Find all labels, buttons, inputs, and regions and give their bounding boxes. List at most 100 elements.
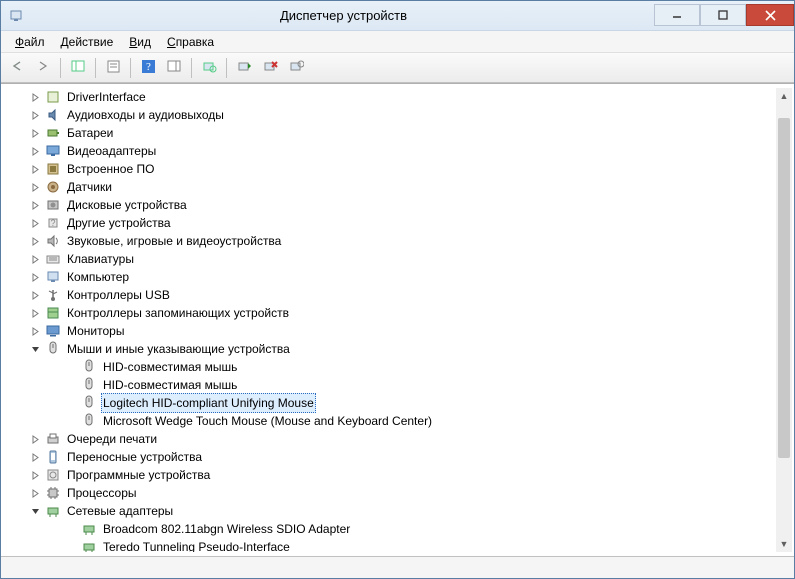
storage-icon — [45, 305, 61, 321]
battery-icon — [45, 125, 61, 141]
menu-action[interactable]: Действие — [53, 33, 122, 51]
tree-item-label: Контроллеры запоминающих устройств — [65, 304, 291, 322]
scrollbar-thumb[interactable] — [778, 118, 790, 458]
tree-item[interactable]: DriverInterface — [5, 88, 776, 106]
expand-toggle-icon[interactable] — [29, 433, 41, 445]
scan-icon — [202, 59, 217, 77]
tree-item-label: Microsoft Wedge Touch Mouse (Mouse and K… — [101, 412, 434, 430]
menu-help[interactable]: Справка — [159, 33, 222, 51]
nav-back-button[interactable] — [5, 56, 29, 80]
maximize-button[interactable] — [700, 4, 746, 26]
tree-item[interactable]: Батареи — [5, 124, 776, 142]
tree-item[interactable]: Контроллеры USB — [5, 286, 776, 304]
mouse-icon — [81, 377, 97, 393]
update-driver-button[interactable] — [232, 56, 256, 80]
tree-item-label: DriverInterface — [65, 88, 148, 106]
keyboard-icon — [45, 251, 61, 267]
window-title: Диспетчер устройств — [33, 8, 654, 23]
sensor-icon — [45, 179, 61, 195]
tree-item[interactable]: Broadcom 802.11abgn Wireless SDIO Adapte… — [5, 520, 776, 538]
tree-item[interactable]: Teredo Tunneling Pseudo-Interface — [5, 538, 776, 552]
expand-toggle-icon[interactable] — [29, 289, 41, 301]
tree-item-label: Мыши и иные указывающие устройства — [65, 340, 292, 358]
mouse-icon — [81, 395, 97, 411]
vertical-scrollbar[interactable]: ▲ ▼ — [776, 88, 792, 552]
sound-icon — [45, 233, 61, 249]
properties-button[interactable] — [101, 56, 125, 80]
tree-item-label: Встроенное ПО — [65, 160, 156, 178]
expand-toggle-icon[interactable] — [29, 451, 41, 463]
tree-item[interactable]: Мониторы — [5, 322, 776, 340]
expand-toggle-icon[interactable] — [29, 271, 41, 283]
help-button[interactable]: ? — [136, 56, 160, 80]
close-button[interactable] — [746, 4, 794, 26]
tree-item[interactable]: Звуковые, игровые и видеоустройства — [5, 232, 776, 250]
disk-icon — [45, 197, 61, 213]
tree-item[interactable]: Microsoft Wedge Touch Mouse (Mouse and K… — [5, 412, 776, 430]
collapse-toggle-icon[interactable] — [29, 343, 41, 355]
tree-item[interactable]: Сетевые адаптеры — [5, 502, 776, 520]
expand-toggle-icon[interactable] — [29, 127, 41, 139]
menu-file[interactable]: Файл — [7, 33, 53, 51]
tree-item-label: Программные устройства — [65, 466, 212, 484]
expand-toggle-icon[interactable] — [29, 91, 41, 103]
titlebar: Диспетчер устройств — [1, 1, 794, 31]
expand-toggle-icon[interactable] — [29, 199, 41, 211]
tree-item-label: Teredo Tunneling Pseudo-Interface — [101, 538, 292, 552]
action-pane-button[interactable] — [162, 56, 186, 80]
tree-item[interactable]: HID-совместимая мышь — [5, 376, 776, 394]
expand-toggle-icon[interactable] — [29, 145, 41, 157]
scan-hardware-button[interactable] — [197, 56, 221, 80]
tree-item[interactable]: Мыши и иные указывающие устройства — [5, 340, 776, 358]
tree-item-label: Мониторы — [65, 322, 126, 340]
tree-item[interactable]: Видеоадаптеры — [5, 142, 776, 160]
expand-toggle-icon[interactable] — [29, 469, 41, 481]
tree-item-label: Клавиатуры — [65, 250, 136, 268]
expand-toggle-icon[interactable] — [29, 325, 41, 337]
expand-toggle-icon[interactable] — [29, 253, 41, 265]
device-tree[interactable]: DriverInterfaceАудиовходы и аудиовыходыБ… — [5, 88, 776, 552]
scroll-down-arrow-icon[interactable]: ▼ — [776, 536, 792, 552]
expand-toggle-icon[interactable] — [29, 487, 41, 499]
tree-item[interactable]: Дисковые устройства — [5, 196, 776, 214]
toolbar-separator — [60, 58, 61, 78]
collapse-toggle-icon[interactable] — [29, 505, 41, 517]
tree-item[interactable]: Программные устройства — [5, 466, 776, 484]
arrow-left-icon — [10, 59, 24, 76]
tree-item[interactable]: Аудиовходы и аудиовыходы — [5, 106, 776, 124]
expand-toggle-icon[interactable] — [29, 307, 41, 319]
tree-item[interactable]: Очереди печати — [5, 430, 776, 448]
driver-icon — [45, 89, 61, 105]
menu-view[interactable]: Вид — [121, 33, 159, 51]
tree-item[interactable]: ?Другие устройства — [5, 214, 776, 232]
uninstall-button[interactable] — [258, 56, 282, 80]
tree-item[interactable]: HID-совместимая мышь — [5, 358, 776, 376]
layout-icon — [167, 59, 182, 77]
window-controls — [654, 5, 794, 26]
tree-item[interactable]: Контроллеры запоминающих устройств — [5, 304, 776, 322]
mouse-icon — [81, 359, 97, 375]
disable-button[interactable] — [284, 56, 308, 80]
uninstall-icon — [263, 59, 278, 77]
tree-item-label: Очереди печати — [65, 430, 159, 448]
show-hide-tree-button[interactable] — [66, 56, 90, 80]
tree-item[interactable]: Датчики — [5, 178, 776, 196]
tree-item[interactable]: Компьютер — [5, 268, 776, 286]
minimize-button[interactable] — [654, 4, 700, 26]
computer-icon — [45, 269, 61, 285]
tree-item[interactable]: Клавиатуры — [5, 250, 776, 268]
tree-item[interactable]: Встроенное ПО — [5, 160, 776, 178]
nav-forward-button[interactable] — [31, 56, 55, 80]
tree-item[interactable]: Logitech HID-compliant Unifying Mouse — [5, 394, 776, 412]
scroll-up-arrow-icon[interactable]: ▲ — [776, 88, 792, 104]
mouse-icon — [81, 413, 97, 429]
tree-item-label: HID-совместимая мышь — [101, 358, 239, 376]
expand-toggle-icon[interactable] — [29, 217, 41, 229]
expand-toggle-icon[interactable] — [29, 181, 41, 193]
expand-toggle-icon[interactable] — [29, 235, 41, 247]
tree-item[interactable]: Переносные устройства — [5, 448, 776, 466]
expand-toggle-icon[interactable] — [29, 163, 41, 175]
tree-item[interactable]: Процессоры — [5, 484, 776, 502]
app-icon — [9, 8, 25, 24]
expand-toggle-icon[interactable] — [29, 109, 41, 121]
